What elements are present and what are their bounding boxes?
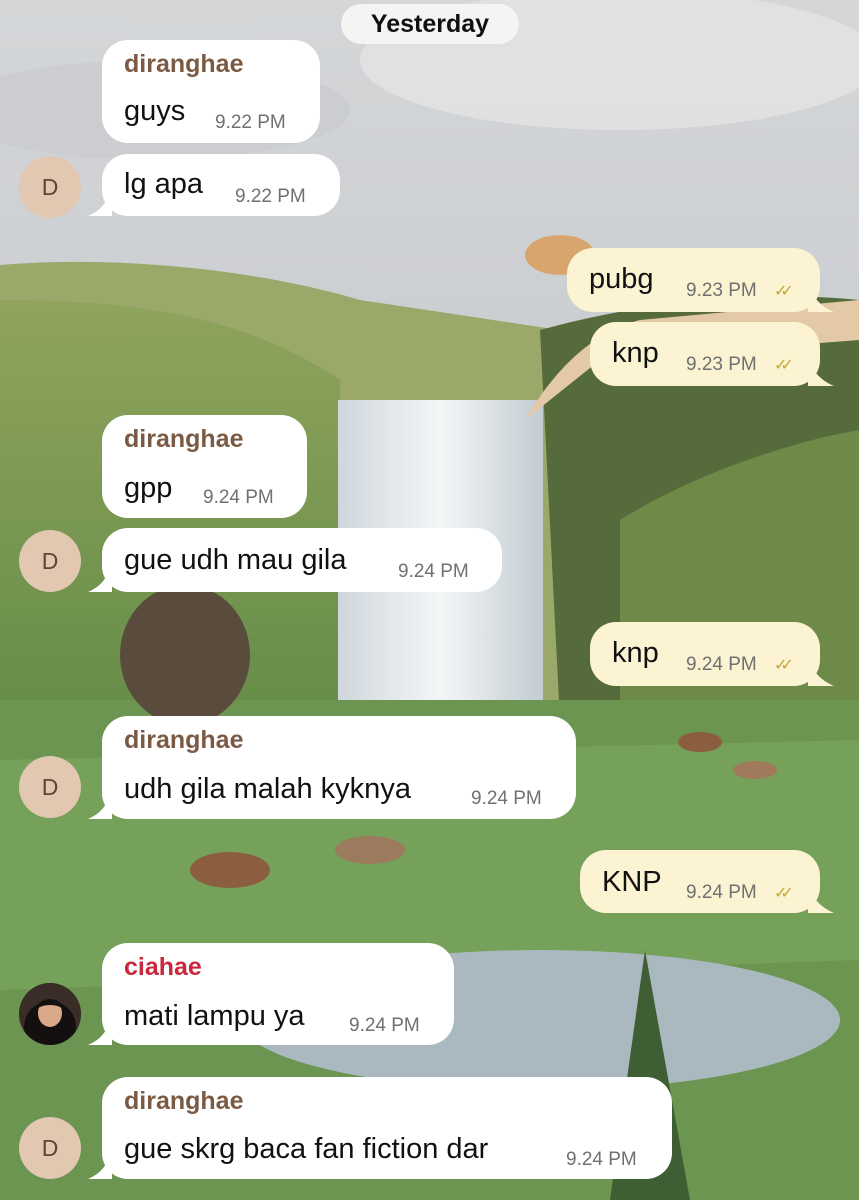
message-time: 9.24 PM [686, 882, 757, 903]
read-receipt-icon: ✓✓ [774, 283, 794, 300]
avatar[interactable]: D [19, 156, 81, 218]
message-bubble[interactable]: diranghae udh gila malah kyknya 9.24 PM [102, 716, 576, 819]
sender-name[interactable]: diranghae [124, 425, 243, 454]
sender-name[interactable]: ciahae [124, 953, 202, 982]
message-time: 9.23 PM [686, 354, 757, 375]
message-bubble[interactable]: diranghae gue skrg baca fan fiction dar … [102, 1077, 672, 1179]
message-text: mati lampu ya [124, 1000, 305, 1032]
profile-photo-icon [19, 983, 81, 1045]
message-text: pubg [589, 263, 654, 295]
avatar[interactable]: D [19, 530, 81, 592]
message-text: lg apa [124, 168, 204, 200]
message-bubble[interactable]: pubg 9.23 PM ✓✓ [567, 248, 820, 312]
message-bubble[interactable]: diranghae gpp 9.24 PM [102, 415, 307, 518]
message-text: gue udh mau gila [124, 544, 347, 576]
message-text: knp [612, 637, 659, 669]
message-time: 9.24 PM [398, 561, 469, 582]
read-receipt-icon: ✓✓ [774, 357, 794, 374]
message-time: 9.24 PM [349, 1015, 420, 1036]
message-bubble[interactable]: gue udh mau gila 9.24 PM [102, 528, 502, 592]
message-bubble[interactable]: ciahae mati lampu ya 9.24 PM [102, 943, 454, 1045]
date-divider: Yesterday [341, 4, 519, 44]
sender-name[interactable]: diranghae [124, 1087, 243, 1116]
avatar[interactable]: D [19, 756, 81, 818]
avatar-photo[interactable] [19, 983, 81, 1045]
message-bubble[interactable]: lg apa 9.22 PM [102, 154, 340, 216]
message-text: gue skrg baca fan fiction dar [124, 1133, 489, 1165]
message-time: 9.22 PM [235, 186, 306, 207]
avatar[interactable]: D [19, 1117, 81, 1179]
sender-name[interactable]: diranghae [124, 50, 243, 79]
message-text: KNP [602, 866, 662, 898]
message-time: 9.24 PM [471, 788, 542, 809]
message-text: knp [612, 337, 659, 369]
read-receipt-icon: ✓✓ [774, 885, 794, 902]
message-bubble[interactable]: diranghae guys 9.22 PM [102, 40, 320, 143]
message-text: guys [124, 95, 186, 127]
message-bubble[interactable]: knp 9.24 PM ✓✓ [590, 622, 820, 686]
sender-name[interactable]: diranghae [124, 726, 243, 755]
message-time: 9.22 PM [215, 112, 286, 133]
message-time: 9.23 PM [686, 280, 757, 301]
message-time: 9.24 PM [566, 1149, 637, 1170]
message-time: 9.24 PM [203, 487, 274, 508]
message-text: gpp [124, 472, 173, 504]
message-text: udh gila malah kyknya [124, 773, 411, 805]
message-bubble[interactable]: KNP 9.24 PM ✓✓ [580, 850, 820, 913]
message-time: 9.24 PM [686, 654, 757, 675]
read-receipt-icon: ✓✓ [774, 657, 794, 674]
message-bubble[interactable]: knp 9.23 PM ✓✓ [590, 322, 820, 386]
